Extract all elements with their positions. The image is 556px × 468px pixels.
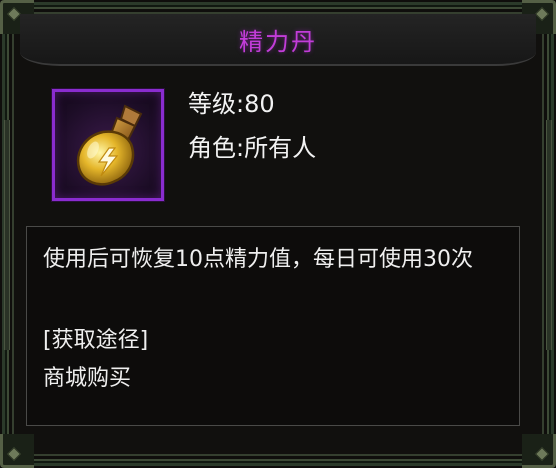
item-tooltip: 精力丹 等级:80 角色:所有人 使用后可恢复10点精力值，每日可使用30次 [… [0, 0, 556, 468]
item-icon-slot [52, 89, 164, 201]
item-title-banner: 精力丹 [20, 14, 536, 66]
frame-corner-ornament [522, 434, 556, 468]
item-name: 精力丹 [239, 27, 317, 56]
energy-potion-icon [76, 104, 143, 186]
item-level: 等级:80 [188, 90, 275, 118]
item-role: 角色:所有人 [188, 134, 317, 162]
acquisition-heading: [获取途径] [43, 328, 149, 353]
acquisition-source: 商城购买 [43, 366, 132, 391]
item-description: 使用后可恢复10点精力值，每日可使用30次 [43, 247, 473, 272]
frame-side-ornament-right [546, 120, 552, 350]
frame-side-ornament-left [4, 120, 10, 350]
item-description-panel: 使用后可恢复10点精力值，每日可使用30次 [获取途径] 商城购买 [26, 226, 520, 426]
frame-corner-ornament [0, 434, 34, 468]
